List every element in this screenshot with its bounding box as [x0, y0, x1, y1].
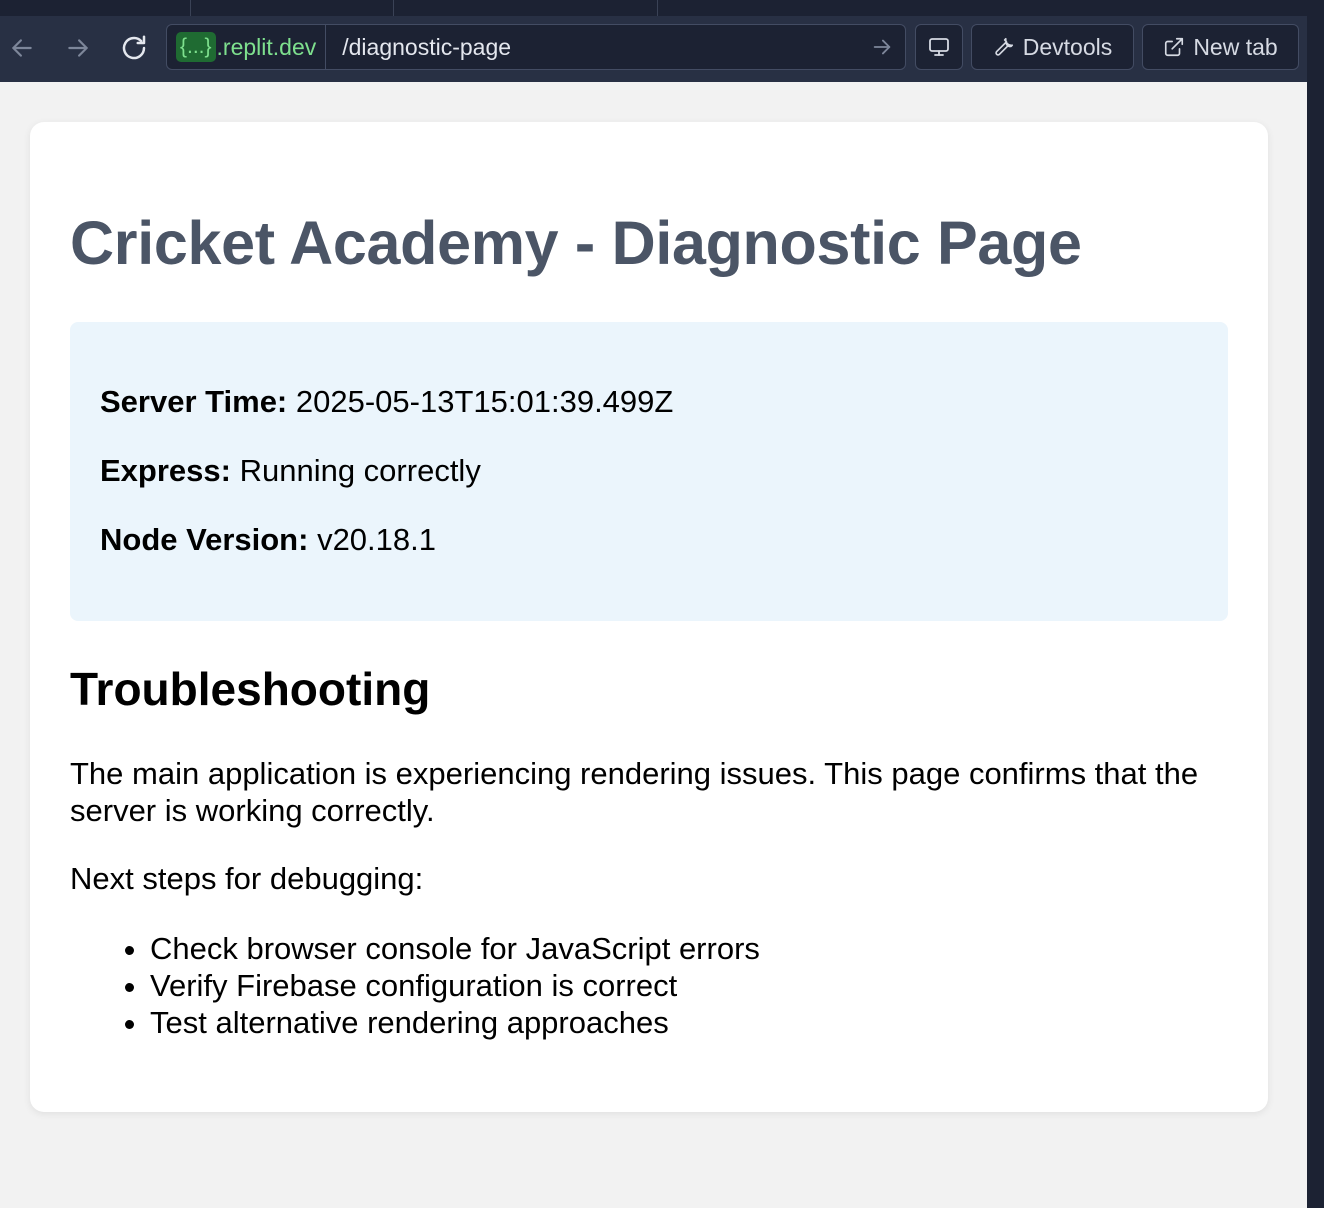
new-tab-label: New tab: [1193, 33, 1278, 60]
device-preview-button[interactable]: [915, 24, 963, 70]
page-title: Cricket Academy - Diagnostic Page: [70, 209, 1082, 277]
monitor-icon: [929, 38, 949, 56]
browser-toolbar: {...} .replit.dev /diagnostic-page Devto…: [0, 16, 1307, 82]
express-label: Express:: [100, 453, 231, 488]
list-item: Verify Firebase configuration is correct: [150, 967, 760, 1004]
troubleshooting-paragraph: The main application is experiencing ren…: [70, 756, 1199, 828]
back-button[interactable]: [4, 30, 40, 66]
go-button[interactable]: [871, 36, 893, 58]
devtools-label: Devtools: [1022, 33, 1113, 60]
arrow-right-icon: [873, 39, 891, 55]
next-steps-label: Next steps for debugging:: [70, 861, 424, 896]
tab-separator: [657, 0, 658, 16]
address-bar[interactable]: {...} .replit.dev /diagnostic-page: [166, 24, 906, 70]
tab-separator: [190, 0, 191, 16]
external-link-icon: [1165, 37, 1184, 57]
url-path-input[interactable]: /diagnostic-page: [342, 34, 871, 61]
server-time-label: Server Time:: [100, 384, 288, 419]
new-tab-button[interactable]: New tab: [1142, 24, 1299, 70]
server-info-box: Server Time: 2025-05-13T15:01:39.499Z Ex…: [70, 322, 1228, 621]
tab-strip: [0, 0, 1324, 16]
reload-icon: [122, 35, 146, 60]
node-version-label: Node Version:: [100, 522, 309, 557]
domain-area: {...} .replit.dev: [167, 25, 327, 69]
server-time-value: 2025-05-13T15:01:39.499Z: [295, 384, 674, 419]
forward-button[interactable]: [60, 30, 96, 66]
domain-badge: {...}: [176, 32, 216, 62]
devtools-button[interactable]: Devtools: [971, 24, 1134, 70]
server-time-row: Server Time: 2025-05-13T15:01:39.499Z: [100, 384, 673, 420]
reload-button[interactable]: [116, 30, 152, 66]
tab-separator: [393, 0, 394, 16]
domain-suffix: .replit.dev: [216, 33, 317, 60]
arrow-left-icon: [12, 39, 32, 57]
debug-steps-list: Check browser console for JavaScript err…: [70, 930, 760, 1041]
express-row: Express: Running correctly: [100, 453, 481, 489]
window-edge: [1307, 0, 1324, 1208]
node-version-value: v20.18.1: [317, 522, 436, 557]
list-item: Test alternative rendering approaches: [150, 1004, 760, 1041]
diagnostic-card: Cricket Academy - Diagnostic Page Server…: [30, 122, 1268, 1112]
node-version-row: Node Version: v20.18.1: [100, 522, 436, 558]
troubleshooting-heading: Troubleshooting: [70, 663, 431, 715]
list-item: Check browser console for JavaScript err…: [150, 930, 760, 967]
arrow-right-icon: [68, 39, 88, 57]
express-value: Running correctly: [239, 453, 481, 488]
wrench-icon: [995, 37, 1013, 56]
